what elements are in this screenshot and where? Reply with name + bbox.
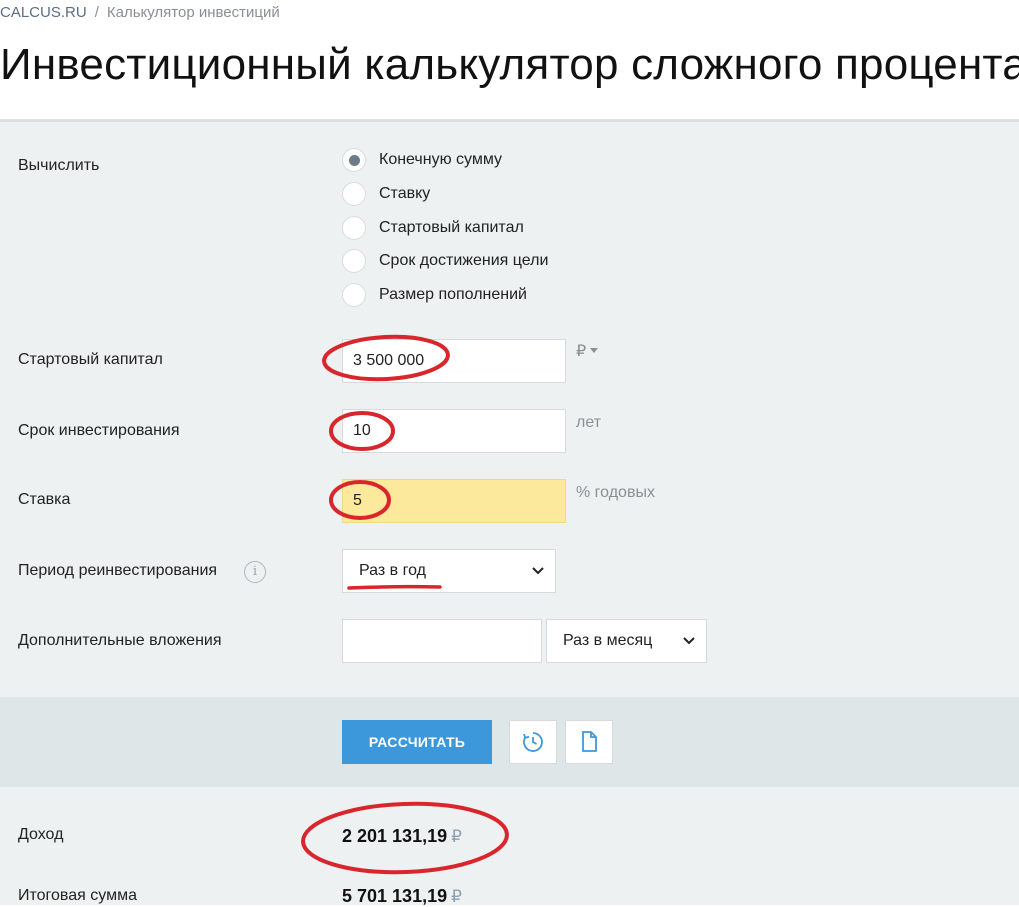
currency-symbol: ₽ <box>576 343 587 360</box>
radio-button[interactable] <box>342 216 366 240</box>
start-capital-label: Стартовый капитал <box>18 351 163 368</box>
calculate-label: Вычислить <box>18 157 100 174</box>
deposit-frequency-value: Раз в месяц <box>563 632 653 649</box>
radio-label: Конечную сумму <box>379 151 503 168</box>
reinvest-period-select[interactable]: Раз в год <box>342 549 556 593</box>
breadcrumb: CALCUS.RU / Калькулятор инвестиций <box>0 4 280 21</box>
deposit-frequency-select[interactable]: Раз в месяц <box>546 619 707 663</box>
currency-dropdown[interactable]: ₽ <box>576 341 599 361</box>
rate-unit: % годовых <box>576 484 655 501</box>
radio-button[interactable] <box>342 283 366 307</box>
radio-deposit-size[interactable]: Размер пополнений <box>342 281 527 309</box>
chevron-down-icon <box>683 637 695 645</box>
income-amount: 2 201 131,19 <box>342 826 448 846</box>
radio-button[interactable] <box>342 249 366 273</box>
rate-label: Ставка <box>18 491 71 508</box>
radio-final-sum[interactable]: Конечную сумму <box>342 146 502 174</box>
results-panel <box>0 787 1019 905</box>
additional-deposits-label: Дополнительные вложения <box>18 632 222 649</box>
breadcrumb-site-link[interactable]: CALCUS.RU <box>0 4 87 21</box>
history-clock-icon <box>523 732 543 752</box>
radio-label: Срок достижения цели <box>379 252 549 269</box>
currency-symbol: ₽ <box>451 827 462 846</box>
radio-label: Стартовый капитал <box>379 219 524 236</box>
total-sum-value: 5 701 131,19 ₽ <box>342 886 462 907</box>
radio-label: Ставку <box>379 185 431 202</box>
page-title: Инвестиционный калькулятор сложного проц… <box>0 40 1019 89</box>
total-amount: 5 701 131,19 <box>342 886 448 906</box>
reinvest-period-value: Раз в год <box>359 562 426 579</box>
radio-button[interactable] <box>342 182 366 206</box>
term-label: Срок инвестирования <box>18 422 180 439</box>
radio-goal-term[interactable]: Срок достижения цели <box>342 247 548 275</box>
radio-rate[interactable]: Ставку <box>342 180 430 208</box>
caret-down-icon <box>590 348 599 353</box>
rate-input[interactable]: 5 <box>342 479 566 523</box>
calculate-button[interactable]: РАССЧИТАТЬ <box>342 720 492 764</box>
start-capital-input[interactable]: 3 500 000 <box>342 339 566 383</box>
additional-deposits-input[interactable] <box>342 619 542 663</box>
chevron-down-icon <box>532 567 544 575</box>
income-value: 2 201 131,19 ₽ <box>342 826 462 847</box>
term-input[interactable]: 10 <box>342 409 566 453</box>
radio-label: Размер пополнений <box>379 286 527 303</box>
history-button[interactable] <box>509 720 557 764</box>
document-icon <box>582 731 597 752</box>
document-button[interactable] <box>565 720 613 764</box>
radio-start-capital[interactable]: Стартовый капитал <box>342 214 524 242</box>
term-unit: лет <box>576 414 602 431</box>
reinvest-period-label: Период реинвестирования <box>18 562 218 579</box>
income-label: Доход <box>18 826 64 843</box>
total-sum-label: Итоговая сумма <box>18 887 137 904</box>
radio-button-checked[interactable] <box>342 148 366 172</box>
info-icon[interactable]: i <box>244 561 266 583</box>
breadcrumb-separator: / <box>94 4 99 21</box>
currency-symbol: ₽ <box>451 887 462 906</box>
breadcrumb-current-page[interactable]: Калькулятор инвестиций <box>107 4 280 21</box>
